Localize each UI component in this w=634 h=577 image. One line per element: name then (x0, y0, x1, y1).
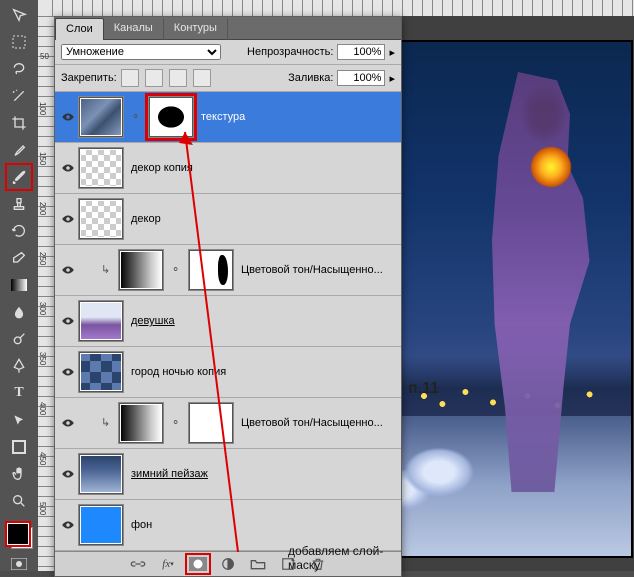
layer-row[interactable]: ↳ ⚬ Цветовой тон/Насыщенно... (55, 398, 401, 449)
color-swatches[interactable] (5, 521, 33, 549)
lock-label: Закрепить: (61, 72, 117, 84)
add-mask-icon[interactable] (188, 556, 208, 572)
zoom-tool[interactable] (7, 489, 31, 513)
layer-thumb[interactable] (79, 352, 123, 392)
layer-name[interactable]: текстура (201, 111, 245, 123)
layer-mask-thumb[interactable] (189, 250, 233, 290)
visibility-toggle[interactable] (57, 367, 79, 377)
annotation-step: п.11 (408, 380, 439, 398)
layer-row[interactable]: декор копия (55, 143, 401, 194)
layer-name[interactable]: Цветовой тон/Насыщенно... (241, 264, 383, 276)
opacity-value[interactable]: 100% (337, 44, 385, 60)
layer-row[interactable]: декор (55, 194, 401, 245)
wand-tool[interactable] (7, 84, 31, 108)
lock-transparency-icon[interactable] (121, 69, 139, 87)
link-layers-icon[interactable] (128, 556, 148, 572)
layer-thumb[interactable] (79, 97, 123, 137)
ruler-horizontal (38, 0, 634, 17)
layer-name[interactable]: декор копия (131, 162, 193, 174)
layer-name[interactable]: город ночью копия (131, 366, 226, 378)
layer-thumb[interactable] (119, 403, 163, 443)
layer-name[interactable]: зимний пейзаж (131, 468, 208, 480)
lock-position-icon[interactable] (169, 69, 187, 87)
visibility-toggle[interactable] (57, 112, 79, 122)
tab-layers[interactable]: Слои (55, 18, 104, 40)
blend-mode-select[interactable]: Умножение (61, 44, 221, 60)
add-adjustment-icon[interactable] (218, 556, 238, 572)
annotation-mask-text: добавляем слой-маску (288, 544, 401, 572)
dodge-tool[interactable] (7, 327, 31, 351)
type-tool[interactable]: T (7, 381, 31, 405)
visibility-toggle[interactable] (57, 265, 79, 275)
opacity-label: Непрозрачность: (247, 46, 333, 58)
ruler-vertical: 50 100 150 200 250 300 350 400 450 500 (38, 16, 55, 571)
history-brush-tool[interactable] (7, 219, 31, 243)
clip-icon: ↳ (101, 416, 111, 430)
fill-value[interactable]: 100% (337, 70, 385, 86)
link-mask-icon[interactable]: ⚬ (171, 416, 181, 430)
pen-tool[interactable] (7, 354, 31, 378)
gradient-tool[interactable] (7, 273, 31, 297)
layer-thumb[interactable] (79, 301, 123, 341)
crop-tool[interactable] (7, 111, 31, 135)
layer-row[interactable]: ↳ ⚬ Цветовой тон/Насыщенно... (55, 245, 401, 296)
layer-mask-thumb[interactable] (189, 403, 233, 443)
tab-channels[interactable]: Каналы (104, 18, 164, 40)
fill-arrow-icon[interactable]: ▸ (389, 72, 395, 85)
stamp-tool[interactable] (7, 192, 31, 216)
layer-thumb[interactable] (79, 454, 123, 494)
layer-mask-thumb[interactable] (149, 97, 193, 137)
layer-thumb[interactable] (79, 505, 123, 545)
visibility-toggle[interactable] (57, 316, 79, 326)
move-tool[interactable] (7, 3, 31, 27)
artwork-preview (399, 40, 633, 558)
link-mask-icon[interactable]: ⚬ (171, 263, 181, 277)
visibility-toggle[interactable] (57, 163, 79, 173)
visibility-toggle[interactable] (57, 520, 79, 530)
layer-name[interactable]: девушка (131, 315, 175, 327)
layer-name[interactable]: Цветовой тон/Насыщенно... (241, 417, 383, 429)
clip-icon: ↳ (101, 263, 111, 277)
panel-tabs: Слои Каналы Контуры (55, 17, 401, 40)
fill-label: Заливка: (288, 72, 333, 84)
visibility-toggle[interactable] (57, 418, 79, 428)
shape-tool[interactable] (7, 435, 31, 459)
lock-pixels-icon[interactable] (145, 69, 163, 87)
eraser-tool[interactable] (7, 246, 31, 270)
visibility-toggle[interactable] (57, 469, 79, 479)
layers-panel: Слои Каналы Контуры Умножение Непрозрачн… (54, 16, 402, 577)
hand-tool[interactable] (7, 462, 31, 486)
layer-row[interactable]: девушка (55, 296, 401, 347)
fx-icon[interactable]: fx▾ (158, 556, 178, 572)
tool-palette: T (0, 0, 39, 571)
marquee-tool[interactable] (7, 30, 31, 54)
layer-thumb[interactable] (79, 148, 123, 188)
layer-row[interactable]: город ночью копия (55, 347, 401, 398)
tab-paths[interactable]: Контуры (164, 18, 228, 40)
eyedropper-tool[interactable] (7, 138, 31, 162)
layer-row[interactable]: зимний пейзаж (55, 449, 401, 500)
layer-name[interactable]: фон (131, 519, 152, 531)
layer-name[interactable]: декор (131, 213, 161, 225)
link-mask-icon[interactable]: ⚬ (131, 110, 141, 124)
layer-thumb[interactable] (119, 250, 163, 290)
quickmask-toggle[interactable] (7, 552, 31, 576)
lasso-tool[interactable] (7, 57, 31, 81)
path-select-tool[interactable] (7, 408, 31, 432)
brush-tool[interactable] (7, 165, 31, 189)
new-group-icon[interactable] (248, 556, 268, 572)
blur-tool[interactable] (7, 300, 31, 324)
visibility-toggle[interactable] (57, 214, 79, 224)
layer-row[interactable]: ⚬ текстура (55, 92, 401, 143)
foreground-color[interactable] (7, 523, 29, 545)
layers-list: ⚬ текстура декор копия декор ↳ ⚬ Цветовой тон/… (55, 92, 401, 551)
layer-thumb[interactable] (79, 199, 123, 239)
opacity-arrow-icon[interactable]: ▸ (389, 46, 395, 59)
lock-all-icon[interactable] (193, 69, 211, 87)
